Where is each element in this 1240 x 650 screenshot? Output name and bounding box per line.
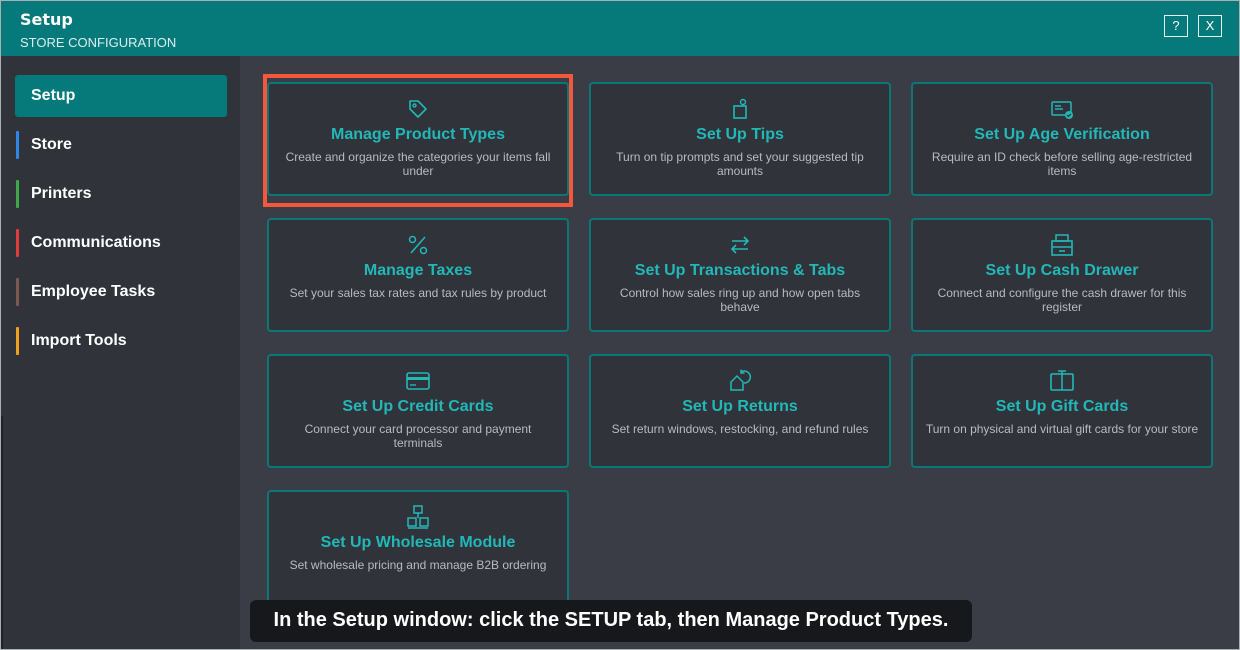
sidebar: Setup Store Printers Communications Empl… <box>1 56 240 649</box>
card-set-up-cash-drawer[interactable]: Set Up Cash Drawer Connect and configure… <box>911 218 1213 332</box>
card-description: Set wholesale pricing and manage B2B ord… <box>289 558 547 572</box>
card-title: Set Up Age Verification <box>974 126 1150 143</box>
color-bar <box>16 180 19 208</box>
credit-card-icon <box>406 372 430 390</box>
wholesale-boxes-icon <box>407 505 429 529</box>
card-set-up-returns[interactable]: Set Up Returns Set return windows, resto… <box>589 354 891 468</box>
sidebar-item-communications[interactable]: Communications <box>15 226 227 260</box>
id-card-icon <box>1051 101 1073 119</box>
title-bar: Setup STORE CONFIGURATION ? X <box>1 1 1239 56</box>
card-set-up-wholesale-module[interactable]: Set Up Wholesale Module Set wholesale pr… <box>267 490 569 610</box>
sidebar-edge <box>1 416 3 649</box>
close-button[interactable]: X <box>1198 15 1222 37</box>
sidebar-item-setup[interactable]: Setup <box>15 75 227 117</box>
card-set-up-gift-cards[interactable]: Set Up Gift Cards Turn on physical and v… <box>911 354 1213 468</box>
sidebar-item-label: Import Tools <box>31 332 127 349</box>
card-description: Connect your card processor and payment … <box>304 422 532 450</box>
sidebar-item-label: Employee Tasks <box>31 283 156 300</box>
gift-card-icon <box>1050 370 1074 391</box>
setup-window: Setup STORE CONFIGURATION ? X Setup Stor… <box>0 0 1240 650</box>
color-bar <box>16 278 19 306</box>
card-description: Set your sales tax rates and tax rules b… <box>289 286 547 300</box>
color-bar <box>16 131 19 159</box>
card-description: Create and organize the categories your … <box>285 150 551 178</box>
card-description: Turn on tip prompts and set your suggest… <box>616 150 864 178</box>
swap-arrows-icon <box>730 236 750 254</box>
main-panel: Manage Product Types Create and organize… <box>240 56 1239 649</box>
card-set-up-transactions-tabs[interactable]: Set Up Transactions & Tabs Control how s… <box>589 218 891 332</box>
card-description: Require an ID check before selling age-r… <box>931 150 1193 178</box>
instruction-caption: In the Setup window: click the SETUP tab… <box>250 600 972 642</box>
card-description: Control how sales ring up and how open t… <box>619 286 861 314</box>
card-title: Manage Product Types <box>331 126 505 143</box>
card-set-up-credit-cards[interactable]: Set Up Credit Cards Connect your card pr… <box>267 354 569 468</box>
card-title: Set Up Cash Drawer <box>985 262 1139 279</box>
card-set-up-tips[interactable]: Set Up Tips Turn on tip prompts and set … <box>589 82 891 196</box>
card-title: Set Up Wholesale Module <box>320 534 516 551</box>
sidebar-item-printers[interactable]: Printers <box>15 177 227 211</box>
sidebar-item-label: Store <box>31 136 72 153</box>
window-subtitle: STORE CONFIGURATION <box>20 35 177 50</box>
card-title: Set Up Gift Cards <box>995 398 1129 415</box>
sidebar-item-employee-tasks[interactable]: Employee Tasks <box>15 275 227 309</box>
window-title: Setup <box>20 10 73 29</box>
card-manage-taxes[interactable]: Manage Taxes Set your sales tax rates an… <box>267 218 569 332</box>
card-set-up-age-verification[interactable]: Set Up Age Verification Require an ID ch… <box>911 82 1213 196</box>
tip-jar-icon <box>733 98 747 119</box>
card-description: Set return windows, restocking, and refu… <box>611 422 869 436</box>
help-button[interactable]: ? <box>1164 15 1188 37</box>
sidebar-item-store[interactable]: Store <box>15 128 227 162</box>
color-bar <box>16 327 19 355</box>
tag-icon <box>409 100 427 118</box>
sidebar-item-label: Communications <box>31 234 161 251</box>
sidebar-item-label: Printers <box>31 185 92 202</box>
card-title: Set Up Returns <box>682 398 798 415</box>
card-title: Manage Taxes <box>363 262 473 279</box>
return-icon <box>730 369 752 391</box>
card-description: Turn on physical and virtual gift cards … <box>925 422 1199 436</box>
card-title: Set Up Tips <box>696 126 784 143</box>
sidebar-item-import-tools[interactable]: Import Tools <box>15 324 227 358</box>
cash-drawer-icon <box>1051 234 1073 256</box>
card-title: Set Up Transactions & Tabs <box>634 262 846 279</box>
color-bar <box>16 229 19 257</box>
card-manage-product-types[interactable]: Manage Product Types Create and organize… <box>267 82 569 196</box>
card-description: Connect and configure the cash drawer fo… <box>937 286 1187 314</box>
sidebar-item-label: Setup <box>31 87 76 104</box>
card-title: Set Up Credit Cards <box>342 398 494 415</box>
percent-icon <box>408 235 428 255</box>
